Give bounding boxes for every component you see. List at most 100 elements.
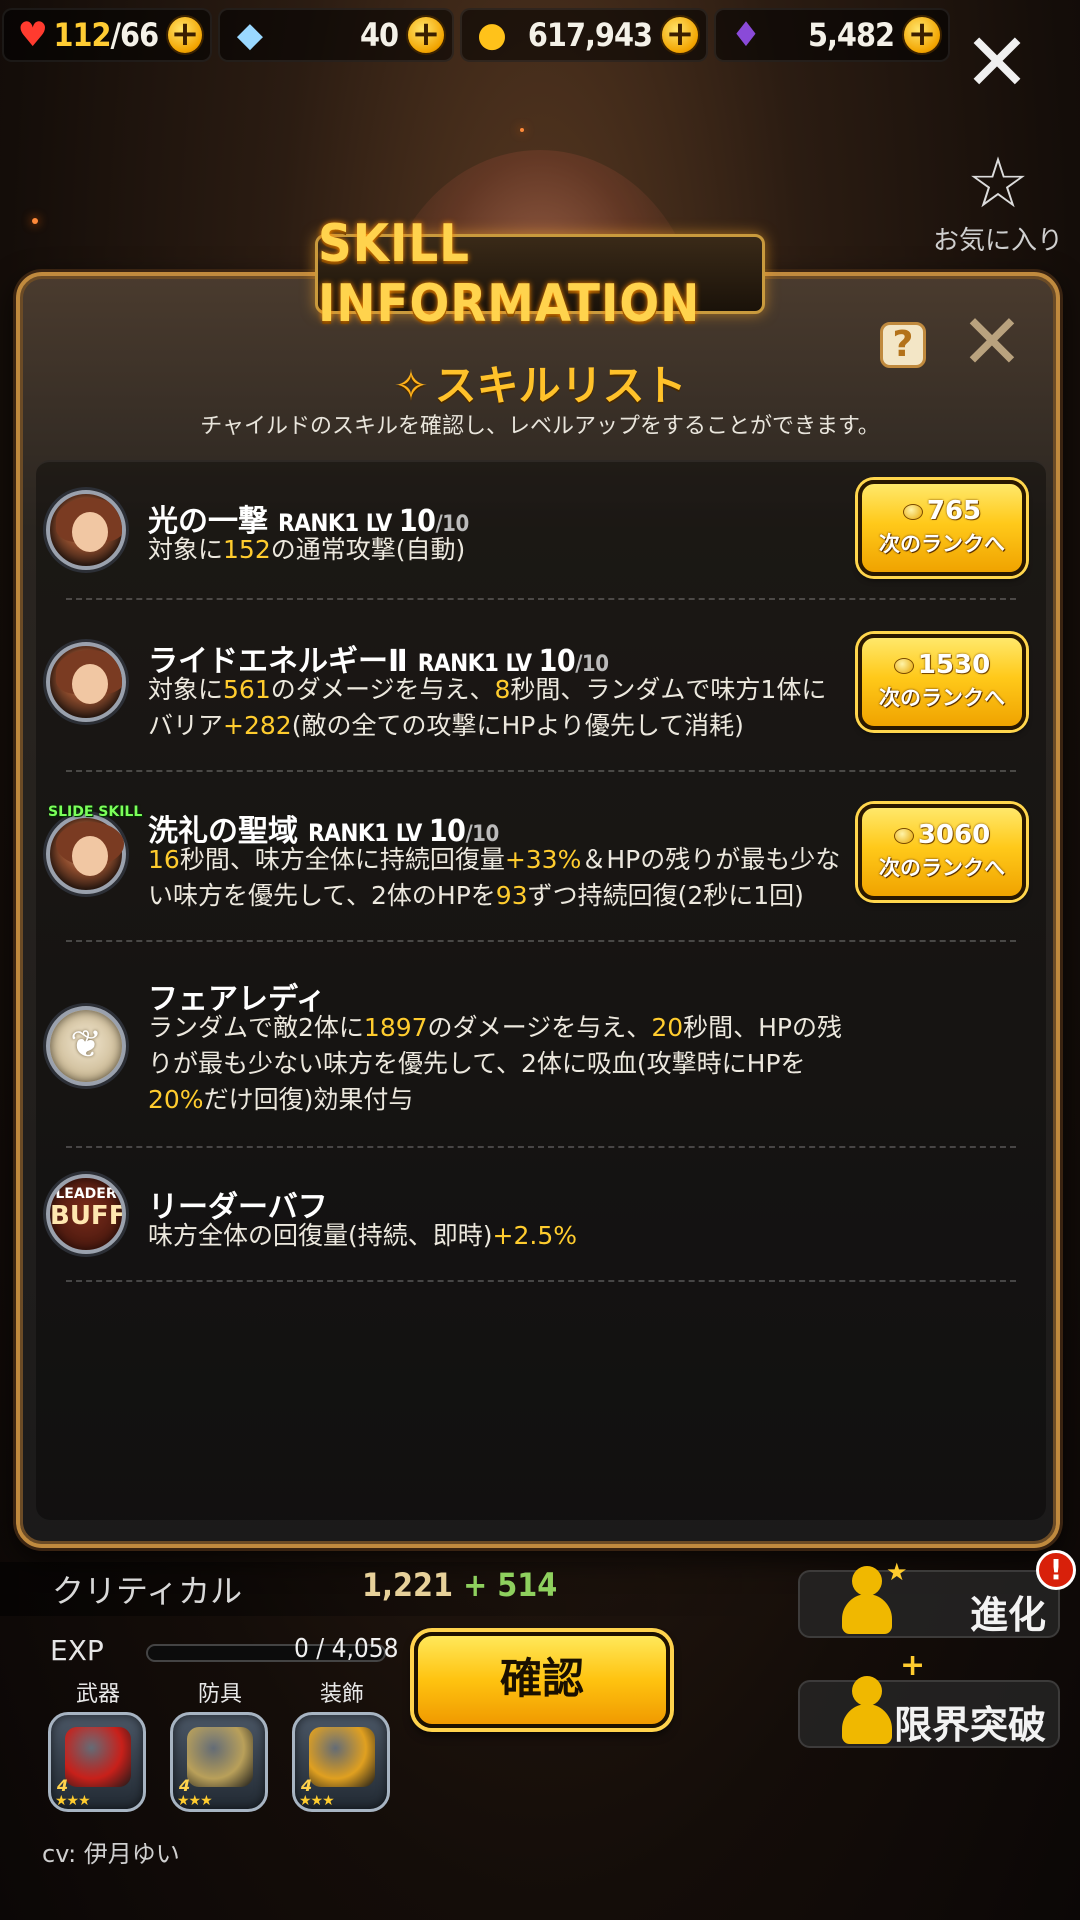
evolve-star-icon: ★ <box>886 1558 908 1586</box>
stamina-max: /66 <box>110 16 160 54</box>
background-spark <box>520 128 524 132</box>
stamina-counter: ♥ 112/66 + <box>2 8 212 62</box>
add-coin-button[interactable]: + <box>660 15 700 55</box>
limit-break-icon <box>838 1676 894 1746</box>
rank-up-cost-value: 3060 <box>917 820 991 850</box>
gem-value: 40 <box>359 16 399 54</box>
add-purple-gem-button[interactable]: + <box>902 15 942 55</box>
skill-portrait <box>46 642 126 722</box>
next-rank-label: 次のランクへ <box>879 532 1005 556</box>
rank-up-cost-value: 765 <box>926 496 982 526</box>
close-screen-button[interactable]: ✕ <box>962 23 1032 103</box>
equip-accessory[interactable]: 装飾 4 ★★★ <box>292 1676 392 1812</box>
slide-skill-tag: SLIDE SKILL <box>48 804 143 820</box>
equip-label: 武器 <box>75 1682 120 1707</box>
desc-text: のダメージを与え、 <box>427 1013 652 1042</box>
skill-description: 対象に152の通常攻撃(自動) <box>148 532 878 568</box>
desc-value: +2.5% <box>492 1221 577 1250</box>
next-rank-button[interactable]: 1530 次のランクへ <box>858 634 1026 730</box>
desc-text: ずつ持続回復(2秒に1回) <box>527 881 804 910</box>
crit-value: 1,221 + 514 <box>362 1566 557 1604</box>
coin-counter: ● 617,943 + <box>460 8 708 62</box>
equip-armor[interactable]: 防具 4 ★★★ <box>170 1676 270 1812</box>
purple-gem-value: 5,482 <box>807 16 895 54</box>
rank-up-cost: 3060 <box>862 820 1022 850</box>
skill-list-header-text: スキルリスト <box>434 361 687 410</box>
limit-break-button[interactable]: 限界突破 <box>798 1676 1060 1748</box>
row-divider <box>66 940 1016 942</box>
next-rank-label: 次のランクへ <box>879 686 1005 710</box>
crit-label: クリティカル <box>52 1572 243 1610</box>
evolve-button[interactable]: 進化 <box>798 1566 1060 1638</box>
row-divider <box>66 1146 1016 1148</box>
limit-break-label: 限界突破 <box>893 1703 1046 1747</box>
desc-value: 20 <box>651 1013 684 1042</box>
desc-text: 味方全体の回復量(持続、即時) <box>148 1221 493 1250</box>
skill-portrait <box>46 490 126 570</box>
add-gem-button[interactable]: + <box>406 15 446 55</box>
weapon-slot: 4 ★★★ <box>48 1712 146 1812</box>
desc-value: 93 <box>495 881 528 910</box>
leader-buff-top: LEADER <box>55 1186 117 1202</box>
resource-bar: ♥ 112/66 + ◆ 40 + ● 617,943 + ♦ 5,482 + <box>0 8 950 62</box>
skill-description: ランダムで敵2体に1897のダメージを与え、20秒間、HPの残りが最も少ない味方… <box>148 1010 848 1118</box>
heart-icon: ♥ <box>17 15 48 55</box>
equip-stars: ★★★ <box>177 1793 213 1809</box>
favorite-button[interactable]: ☆ お気に入り <box>928 148 1068 257</box>
leader-buff-bottom: BUFF <box>50 1201 126 1231</box>
next-rank-button[interactable]: 765 次のランクへ <box>858 480 1026 576</box>
limit-break-plus-icon: + <box>900 1648 926 1683</box>
next-rank-button[interactable]: 3060 次のランクへ <box>858 804 1026 900</box>
confirm-button[interactable]: 確認 <box>414 1632 670 1728</box>
skill-description: 対象に561のダメージを与え、8秒間、ランダムで味方1体にバリア+282(敵の全… <box>148 672 848 744</box>
row-divider <box>66 770 1016 772</box>
row-divider <box>66 598 1016 600</box>
skill-portrait: SLIDE SKILL <box>46 804 142 894</box>
leader-buff-icon: LEADER BUFF <box>50 1186 122 1230</box>
equip-label: 防具 <box>197 1682 242 1707</box>
stamina-current: 112 <box>53 16 111 54</box>
skill-icon: ✧ <box>393 361 429 410</box>
fairlady-emblem: ❦ <box>46 1006 126 1086</box>
add-stamina-button[interactable]: + <box>166 15 204 55</box>
equip-weapon[interactable]: 武器 4 ★★★ <box>48 1676 148 1812</box>
rank-up-cost: 765 <box>862 496 1022 526</box>
skill-description: 味方全体の回復量(持続、即時)+2.5% <box>148 1218 878 1254</box>
desc-text: 秒間、味方全体に持続回復量 <box>179 845 505 874</box>
background-spark <box>32 218 38 224</box>
desc-text: (敵の全ての攻撃にHPより優先して消耗) <box>291 711 744 740</box>
desc-text: 対象に <box>148 675 224 704</box>
accessory-slot: 4 ★★★ <box>292 1712 390 1812</box>
row-divider <box>66 1280 1016 1282</box>
gem-icon: ◆ <box>236 15 264 55</box>
desc-text: の通常攻撃(自動) <box>270 535 466 564</box>
desc-text: 対象に <box>148 535 224 564</box>
belt-icon <box>187 1727 253 1787</box>
exp-value: 0 / 4,058 <box>294 1634 399 1664</box>
purple-gem-counter: ♦ 5,482 + <box>714 8 950 62</box>
desc-value: 16 <box>148 845 180 874</box>
desc-text: ランダムで敵2体に <box>148 1013 364 1042</box>
crit-base: 1,221 <box>362 1566 454 1604</box>
coin-icon: ● <box>477 15 507 55</box>
rank-up-cost: 1530 <box>862 650 1022 680</box>
desc-text: のダメージを与え、 <box>270 675 495 704</box>
voice-actor-credit: cv: 伊月ゆい <box>42 1840 180 1868</box>
purple-gem-icon: ♦ <box>730 15 762 55</box>
boxing-glove-icon <box>65 1727 131 1787</box>
accessory-icon <box>309 1727 375 1787</box>
desc-value: 152 <box>223 535 271 564</box>
desc-value: +282 <box>223 711 292 740</box>
stamina-value: 112/66 <box>53 16 166 54</box>
skill-list: 光の一撃 RANK1 LV 10/10 対象に152の通常攻撃(自動) 765 次… <box>36 460 1046 1520</box>
next-rank-label: 次のランクへ <box>879 856 1005 880</box>
panel-title: SKILL INFORMATION <box>315 214 765 334</box>
skill-description: 16秒間、味方全体に持続回復量+33%＆HPの残りが最も少ない味方を優先して、2… <box>148 842 848 914</box>
crit-bonus: + 514 <box>463 1566 558 1604</box>
equip-label: 装飾 <box>319 1682 364 1707</box>
desc-value: 1897 <box>363 1013 428 1042</box>
desc-text: だけ回復)効果付与 <box>203 1085 414 1114</box>
desc-value: 8 <box>494 675 511 704</box>
rank-up-cost-value: 1530 <box>917 650 991 680</box>
coin-icon <box>893 827 914 844</box>
